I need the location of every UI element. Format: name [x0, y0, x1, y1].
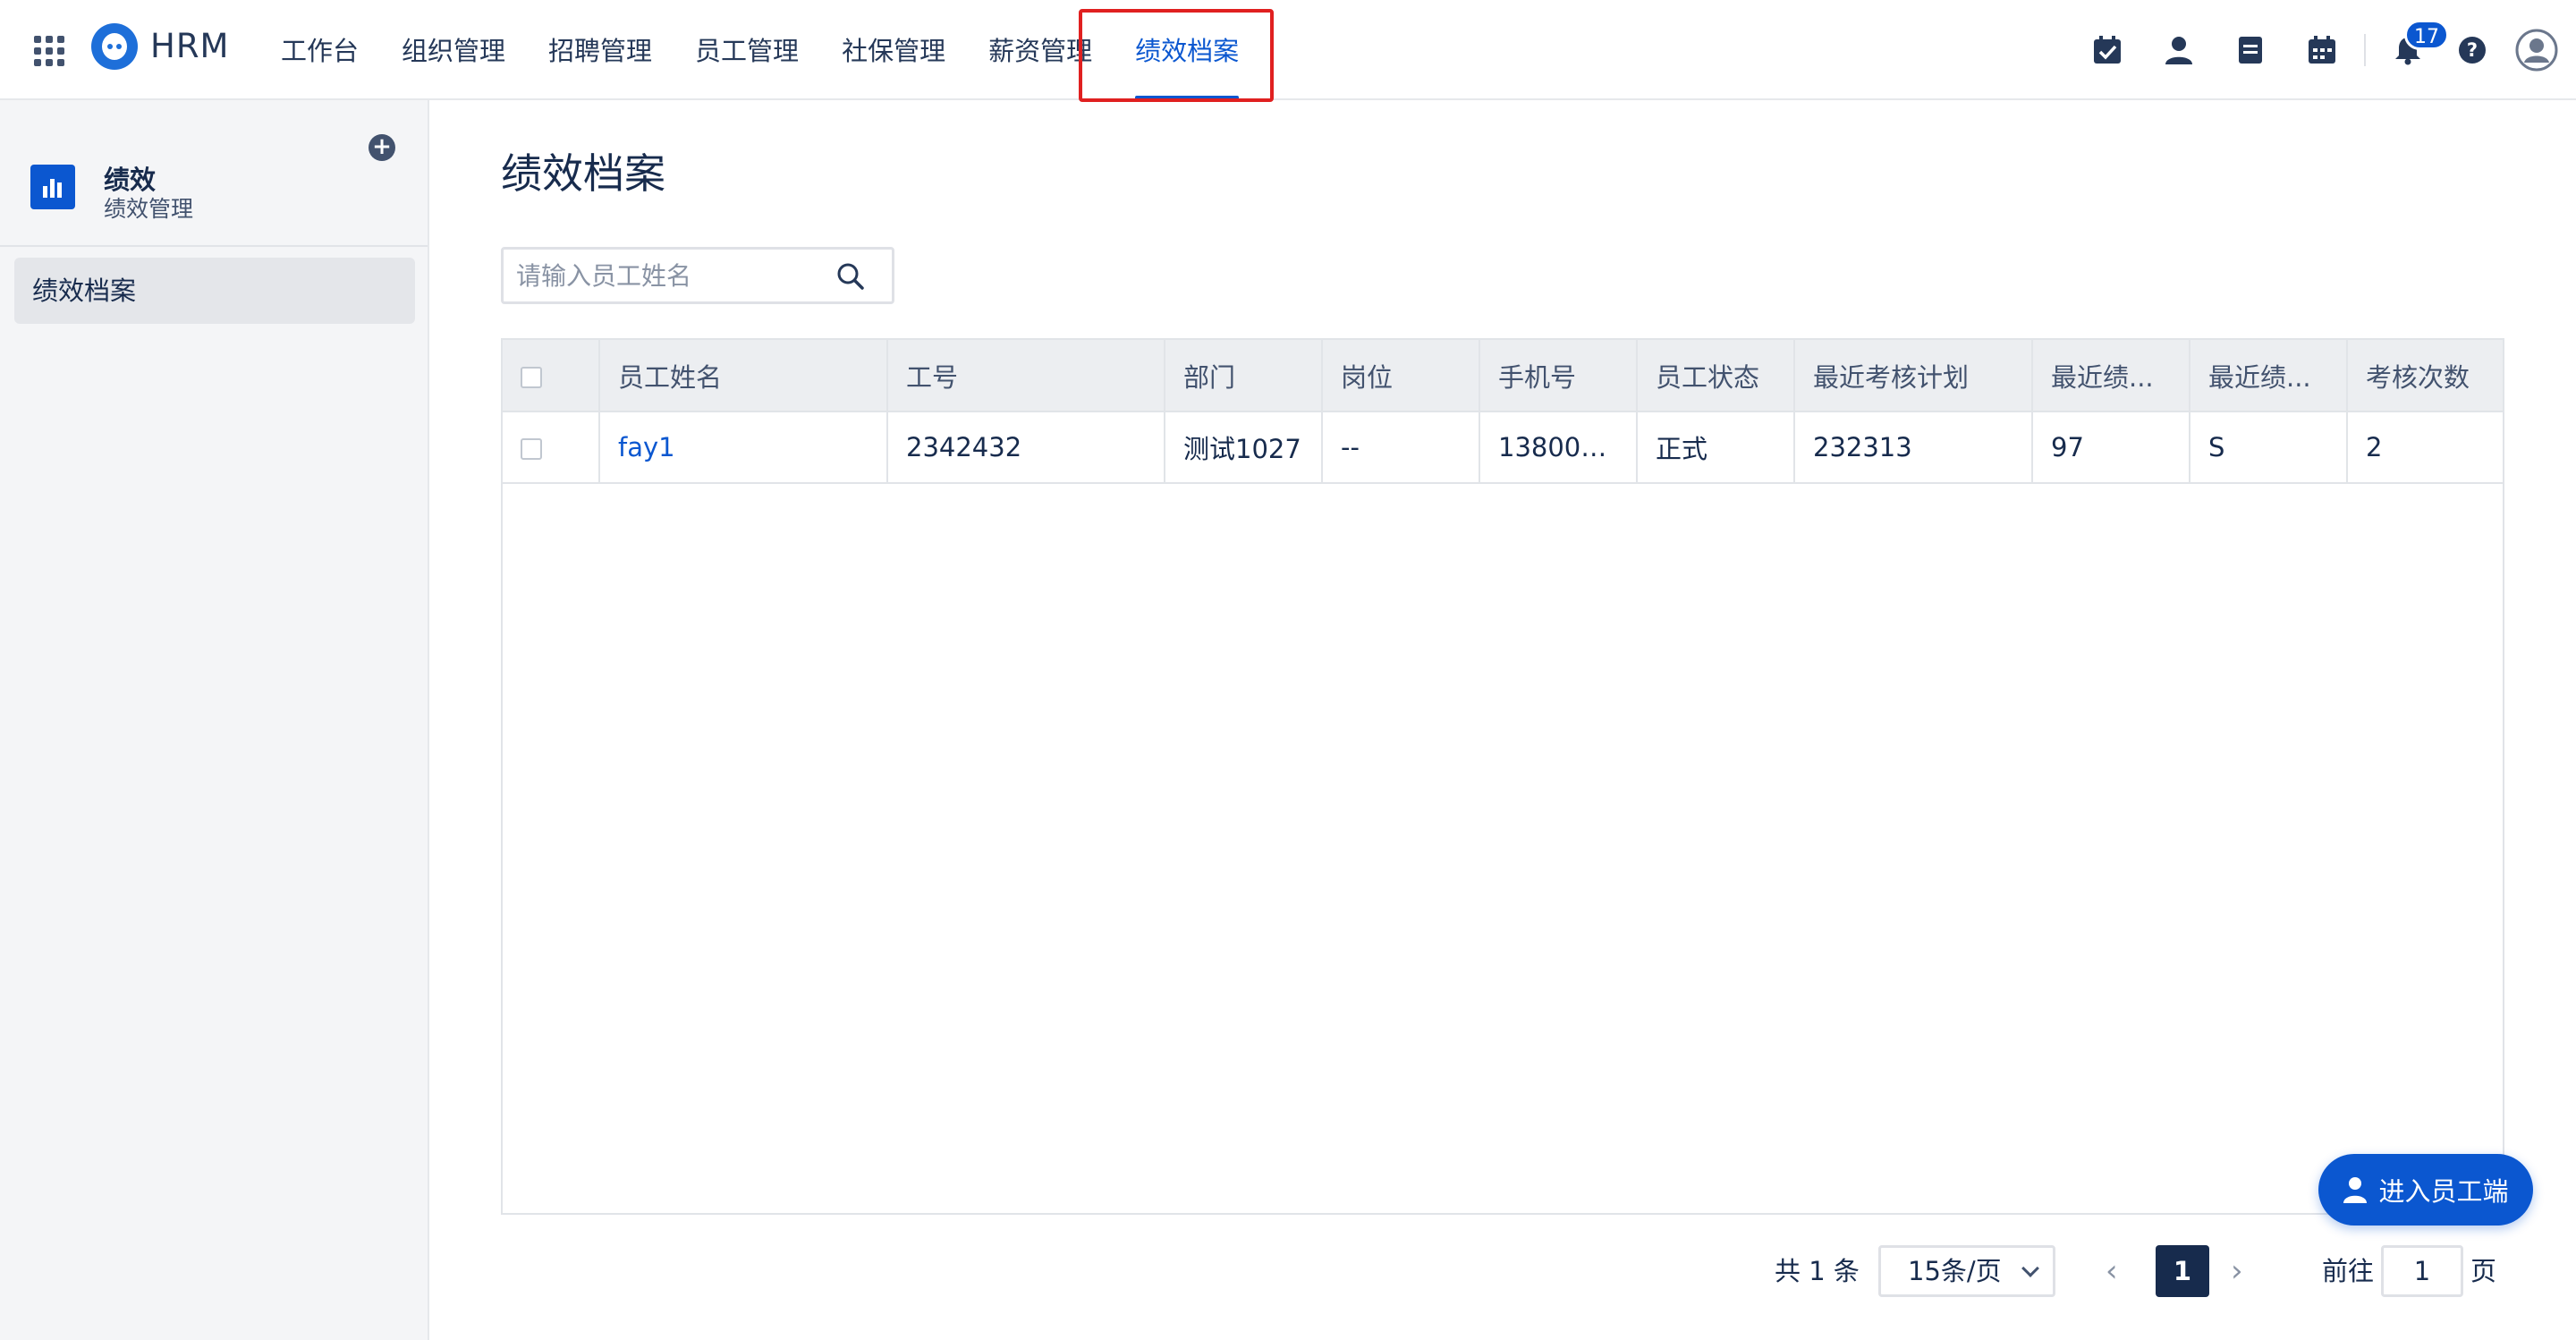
select-all-checkbox[interactable]	[521, 366, 542, 388]
department-cell: 测试1027	[1165, 411, 1323, 484]
recent-plan-cell: 232313	[1794, 411, 2033, 484]
enter-employee-portal-button[interactable]: 进入员工端	[2318, 1154, 2533, 1226]
nav-item-employees[interactable]: 员工管理	[674, 0, 820, 100]
pagination-total: 共 1 条	[1775, 1256, 1860, 1286]
sidebar-item-performance-records[interactable]: 绩效档案	[14, 258, 415, 324]
goto-label: 前往	[2322, 1256, 2375, 1286]
calendar-icon[interactable]	[2304, 32, 2340, 68]
app-grid-icon[interactable]	[34, 36, 64, 66]
search-icon[interactable]	[836, 262, 865, 291]
chevron-down-icon	[2021, 1259, 2039, 1277]
search-box	[501, 247, 894, 304]
column-header[interactable]: 考核次数	[2347, 340, 2503, 412]
bar-chart-icon	[30, 165, 75, 209]
column-header[interactable]: 岗位	[1322, 340, 1480, 412]
page-number-current[interactable]: 1	[2156, 1245, 2209, 1297]
nav-item-social-security[interactable]: 社保管理	[820, 0, 967, 100]
table-header-row: 员工姓名 工号 部门 岗位 手机号 员工状态 最近考核计划 最近绩... 最近绩…	[503, 340, 2503, 412]
search-input[interactable]	[516, 250, 820, 301]
top-bar: HRM 工作台 组织管理 招聘管理 员工管理 社保管理 薪资管理 绩效档案 17…	[0, 0, 2576, 102]
svg-text:?: ?	[2467, 39, 2478, 61]
nav-item-performance-records[interactable]: 绩效档案	[1114, 0, 1260, 100]
main-nav: 工作台 组织管理 招聘管理 员工管理 社保管理 薪资管理 绩效档案	[259, 0, 1260, 100]
status-cell: 正式	[1637, 411, 1795, 484]
nav-item-workbench[interactable]: 工作台	[259, 0, 380, 100]
person-icon	[2343, 1176, 2368, 1203]
column-header[interactable]: 员工姓名	[599, 340, 888, 412]
sidebar-header: 绩效 绩效管理 +	[0, 100, 428, 247]
column-header[interactable]: 员工状态	[1637, 340, 1795, 412]
review-count-cell: 2	[2347, 411, 2503, 484]
employee-id-cell: 2342432	[887, 411, 1165, 484]
add-icon[interactable]: +	[369, 134, 395, 161]
notification-badge: 17	[2404, 20, 2449, 50]
employee-name-link[interactable]: fay1	[599, 411, 888, 484]
column-header[interactable]: 工号	[887, 340, 1165, 412]
goto-suffix: 页	[2470, 1256, 2497, 1286]
performance-table: 员工姓名 工号 部门 岗位 手机号 员工状态 最近考核计划 最近绩... 最近绩…	[501, 338, 2504, 1215]
employee-name[interactable]: fay1	[618, 432, 675, 462]
prev-page-icon[interactable]: ‹	[2106, 1245, 2132, 1297]
enter-employee-portal-label: 进入员工端	[2378, 1176, 2509, 1207]
help-icon[interactable]: ?	[2454, 32, 2490, 68]
page-size-value: 15条/页	[1908, 1256, 2002, 1286]
column-header[interactable]: 最近绩...	[2032, 340, 2190, 412]
column-header[interactable]: 最近考核计划	[1794, 340, 2033, 412]
recent-score-cell: 97	[2032, 411, 2190, 484]
nav-item-payroll[interactable]: 薪资管理	[967, 0, 1114, 100]
column-header[interactable]: 部门	[1165, 340, 1323, 412]
row-select-cell	[503, 411, 600, 484]
column-header[interactable]: 最近绩...	[2190, 340, 2348, 412]
next-page-icon[interactable]: ›	[2231, 1245, 2258, 1297]
nav-item-recruitment[interactable]: 招聘管理	[527, 0, 674, 100]
document-icon[interactable]	[2233, 32, 2268, 68]
select-all-cell	[503, 340, 600, 412]
hrm-logo-icon	[91, 23, 138, 70]
sidebar: 绩效 绩效管理 + 绩效档案	[0, 100, 429, 1340]
goto-page-input[interactable]	[2381, 1245, 2463, 1297]
person-icon[interactable]	[2161, 32, 2197, 68]
checklist-icon[interactable]	[2089, 32, 2125, 68]
nav-item-organization[interactable]: 组织管理	[380, 0, 527, 100]
avatar-icon[interactable]	[2515, 29, 2558, 72]
sidebar-app-subtitle: 绩效管理	[104, 196, 194, 222]
page-size-select[interactable]: 15条/页	[1878, 1245, 2055, 1297]
row-checkbox[interactable]	[521, 438, 542, 460]
table-row[interactable]: fay1 2342432 测试1027 -- 1380000... 正式 232…	[503, 411, 2503, 484]
position-cell: --	[1322, 411, 1480, 484]
toolbar-divider	[2364, 34, 2366, 66]
column-header[interactable]: 手机号	[1479, 340, 1638, 412]
app-name: HRM	[150, 27, 230, 65]
phone-cell: 1380000...	[1479, 411, 1638, 484]
recent-grade-cell: S	[2190, 411, 2348, 484]
page-title: 绩效档案	[501, 149, 665, 198]
